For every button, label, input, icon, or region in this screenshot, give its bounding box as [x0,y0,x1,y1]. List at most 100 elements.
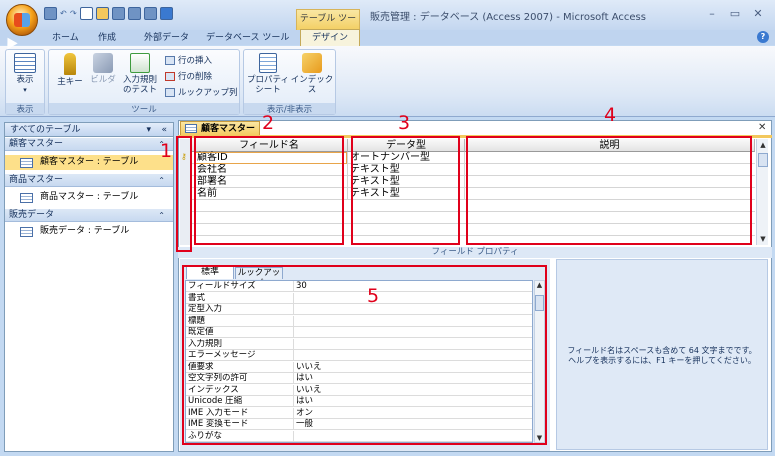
scroll-up-icon[interactable]: ▲ [757,139,769,151]
view-table-icon [14,53,36,73]
table-tools-context-tab: テーブル ツール [296,9,360,43]
document-tab-label: 顧客マスター [201,124,256,134]
close-db-icon[interactable] [112,7,125,20]
annotation-box-5 [182,265,547,445]
lightning-icon [302,53,322,73]
nav-group-products[interactable]: 商品マスター ⌃ [5,174,173,187]
nav-group-label: 商品マスター [9,175,64,185]
test-validation-button[interactable]: 入力規則 のテスト [119,53,161,95]
nav-item-label: 販売データ : テーブル [40,226,130,236]
nav-item-customers-table[interactable]: 顧客マスター : テーブル [5,155,173,170]
primary-key-button[interactable]: 主キー [53,53,87,87]
nav-header[interactable]: すべてのテーブル ▾ « [4,122,174,137]
minimize-button[interactable]: – [703,6,721,22]
group-show-hide: プロパティ シート インデックス 表示/非表示 [243,49,336,115]
scroll-thumb[interactable] [758,153,768,167]
test-label-1: 入力規則 [122,75,157,85]
property-sheet-label-1: プロパティ [247,75,289,85]
help-line-1: フィールド名はスペースも含めて 64 文字までです。 [567,346,757,355]
customize-icon[interactable] [160,7,173,20]
group-show-hide-label: 表示/非表示 [244,103,335,115]
nav-group-sales[interactable]: 販売データ ⌃ [5,209,173,222]
lookup-icon [165,87,175,97]
view-button-label: 表示 [16,75,34,85]
help-line-2: ヘルプを表示するには、F1 キーを押してください。 [568,356,756,365]
field-properties-label: フィールド プロパティ [178,247,772,258]
window-title: 販売管理 : データベース (Access 2007) - Microsoft … [370,12,646,23]
redo-icon[interactable]: ↷ [70,7,77,20]
nav-collapse-icon[interactable]: « [161,123,167,137]
primary-key-label: 主キー [57,77,83,87]
nav-dropdown-icon[interactable]: ▾ [146,123,151,137]
print-icon[interactable] [128,7,141,20]
tab-design[interactable]: デザイン [300,29,360,46]
nav-item-products-table[interactable]: 商品マスター : テーブル [5,190,173,205]
table-icon [20,193,33,203]
property-help-text: フィールド名はスペースも含めて 64 文字までです。 ヘルプを表示するには、F1… [556,346,768,366]
indexes-button[interactable]: インデックス [289,53,335,95]
tab-create[interactable]: 作成 [88,31,126,46]
document-tab[interactable]: 顧客マスター [180,121,260,136]
office-button[interactable] [6,4,38,36]
chevron-up-icon: ⌃ [158,176,165,185]
annotation-box-3 [351,136,460,245]
navigation-pane [4,122,174,452]
builder-label: ビルダ [90,75,116,85]
property-sheet-icon [259,53,277,73]
open-icon[interactable] [96,7,109,20]
check-icon [130,53,150,73]
document-close-icon[interactable]: ✕ [758,122,766,133]
view-icon[interactable] [144,7,157,20]
test-label-2: のテスト [122,85,157,95]
nav-group-customers[interactable]: 顧客マスター ⌃ [5,138,173,151]
indexes-label: インデックス [290,75,334,95]
key-icon [64,53,76,75]
delete-rows-button[interactable]: 行の削除 [165,70,212,82]
nav-group-label: 販売データ [9,210,55,220]
group-view-label: 表示 [6,103,44,115]
delete-rows-label: 行の削除 [178,72,213,82]
grid-scrollbar[interactable]: ▲ ▼ [756,139,768,245]
builder-button[interactable]: ビルダ [89,53,117,85]
group-tools-label: ツール [49,103,239,115]
delete-rows-icon [165,71,175,81]
help-icon[interactable]: ? [757,31,769,43]
close-button[interactable]: ✕ [749,6,767,22]
lookup-column-label: ルックアップ列 [178,88,238,98]
group-view: 表示 ▾ 表示 [5,49,45,115]
annotation-number-3: 3 [398,112,411,134]
insert-rows-button[interactable]: 行の挿入 [165,54,212,66]
insert-rows-label: 行の挿入 [178,56,213,66]
scroll-down-icon[interactable]: ▼ [757,233,769,245]
new-icon[interactable] [80,7,93,20]
nav-item-sales-table[interactable]: 販売データ : テーブル [5,224,173,239]
chevron-up-icon: ⌃ [158,211,165,220]
table-icon [20,158,33,168]
annotation-number-2: 2 [262,112,275,134]
insert-rows-icon [165,55,175,65]
tab-home[interactable]: ホーム [42,31,89,46]
property-sheet-label-2: シート [255,85,281,95]
annotation-box-4 [466,136,752,245]
annotation-box-1 [176,136,192,252]
table-icon [185,124,197,133]
save-icon[interactable] [44,7,57,20]
nav-item-label: 顧客マスター : テーブル [40,157,139,167]
group-tools: 主キー ビルダ 入力規則 のテスト 行の挿入 行の削除 ルックアップ列 ツール [48,49,240,115]
annotation-number-1: 1 [160,140,173,162]
property-sheet-button[interactable]: プロパティ シート [247,53,289,95]
wand-icon [93,53,113,73]
undo-icon[interactable]: ↶ [60,7,67,20]
maximize-button[interactable]: ▭ [726,6,744,22]
tab-database-tools[interactable]: データベース ツール [196,31,299,46]
annotation-number-5: 5 [367,285,380,307]
annotation-box-2 [194,136,344,245]
table-icon [20,227,33,237]
view-button[interactable]: 表示 ▾ [9,53,41,95]
nav-group-label: 顧客マスター [9,139,64,149]
nav-header-label: すべてのテーブル [10,125,81,135]
office-logo-icon [14,13,30,27]
tab-external-data[interactable]: 外部データ [134,31,199,46]
lookup-column-button[interactable]: ルックアップ列 [165,86,238,98]
annotation-number-4: 4 [604,104,617,126]
